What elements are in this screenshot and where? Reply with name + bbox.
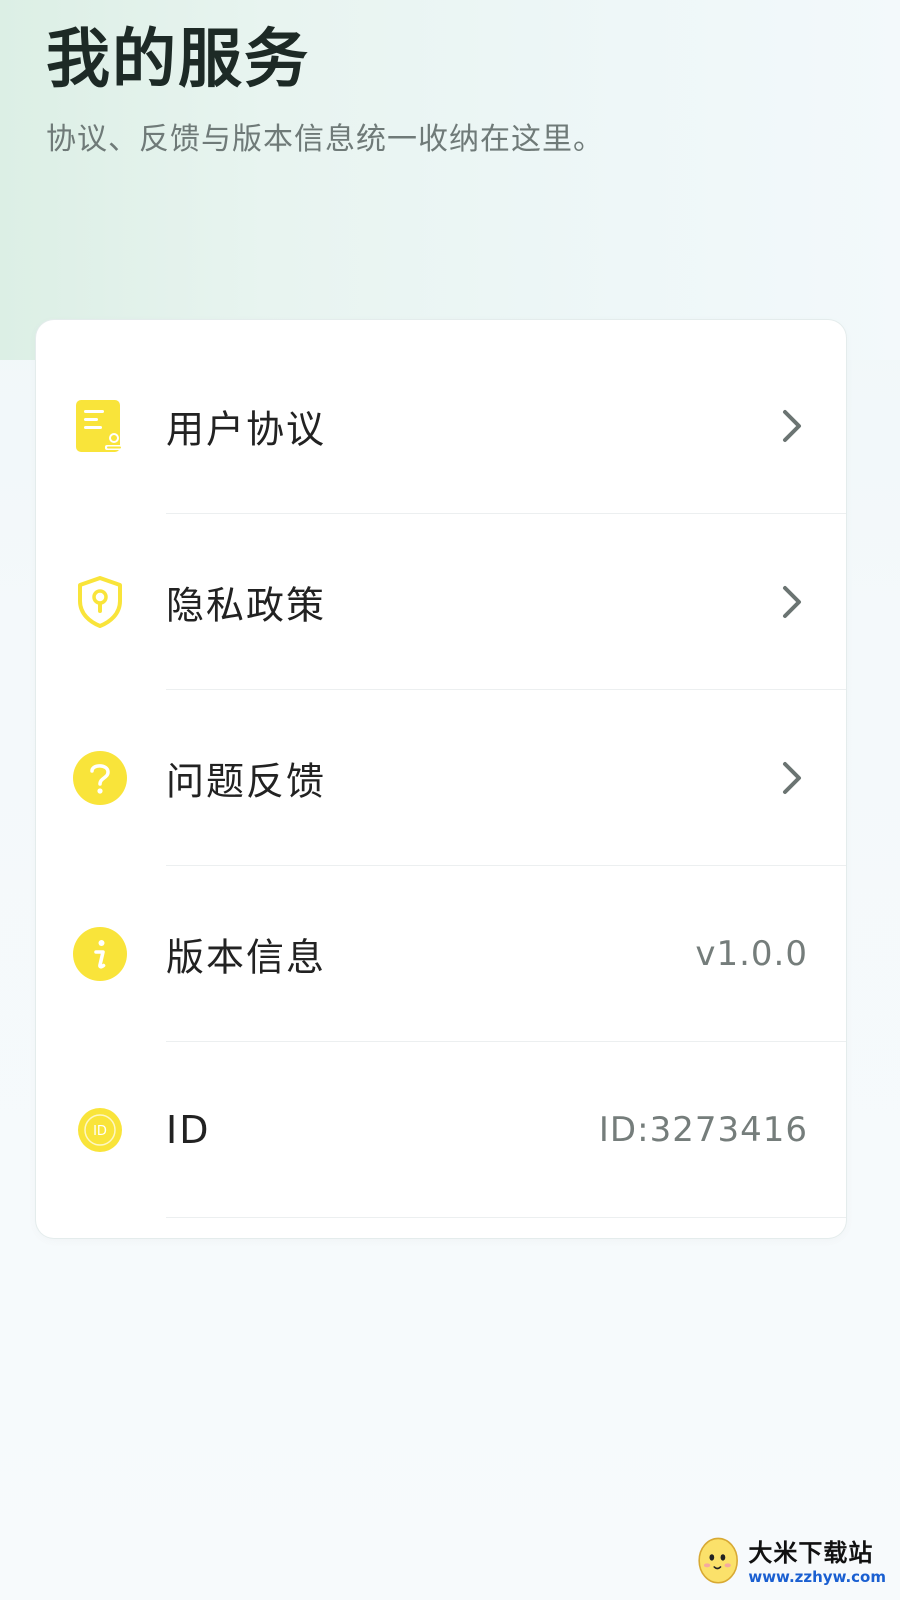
menu-item-id[interactable]: ID ID ID:3273416 — [36, 1042, 846, 1218]
menu-item-user-agreement[interactable]: 用户协议 — [36, 338, 846, 514]
watermark-title: 大米下载站 — [748, 1538, 874, 1567]
menu-item-version-info[interactable]: 版本信息 v1.0.0 — [36, 866, 846, 1042]
watermark: 大米下载站 www.zzhyw.com — [696, 1524, 886, 1594]
version-value: v1.0.0 — [695, 934, 808, 974]
info-icon — [72, 926, 128, 982]
svg-text:ID: ID — [93, 1124, 107, 1139]
menu-item-label: ID — [166, 1108, 211, 1152]
chevron-right-icon — [783, 410, 801, 442]
menu-item-label: 隐私政策 — [166, 583, 327, 628]
id-value: ID:3273416 — [598, 1110, 808, 1150]
divider — [166, 1217, 846, 1218]
question-icon — [72, 750, 128, 806]
menu-item-feedback[interactable]: 问题反馈 — [36, 690, 846, 866]
page-title: 我的服务 — [46, 23, 310, 97]
top-clipped-id-text: 3273416 — [701, 0, 842, 7]
chevron-right-icon — [783, 762, 801, 794]
menu-item-label: 问题反馈 — [166, 759, 327, 804]
menu-item-label: 版本信息 — [166, 935, 327, 980]
menu-item-privacy-policy[interactable]: 隐私政策 — [36, 514, 846, 690]
service-menu-card: 用户协议 隐私政策 问题反馈 版本信息 v1.0.0 ID ID ID:3273… — [36, 320, 846, 1238]
rice-mascot-logo — [698, 1537, 738, 1584]
user-agreement-icon — [72, 398, 128, 454]
page-subtitle: 协议、反馈与版本信息统一收纳在这里。 — [46, 122, 604, 157]
id-icon: ID — [72, 1102, 128, 1158]
watermark-url: www.zzhyw.com — [748, 1567, 886, 1586]
chevron-right-icon — [783, 586, 801, 618]
privacy-shield-icon — [72, 574, 128, 630]
menu-item-label: 用户协议 — [166, 407, 327, 452]
